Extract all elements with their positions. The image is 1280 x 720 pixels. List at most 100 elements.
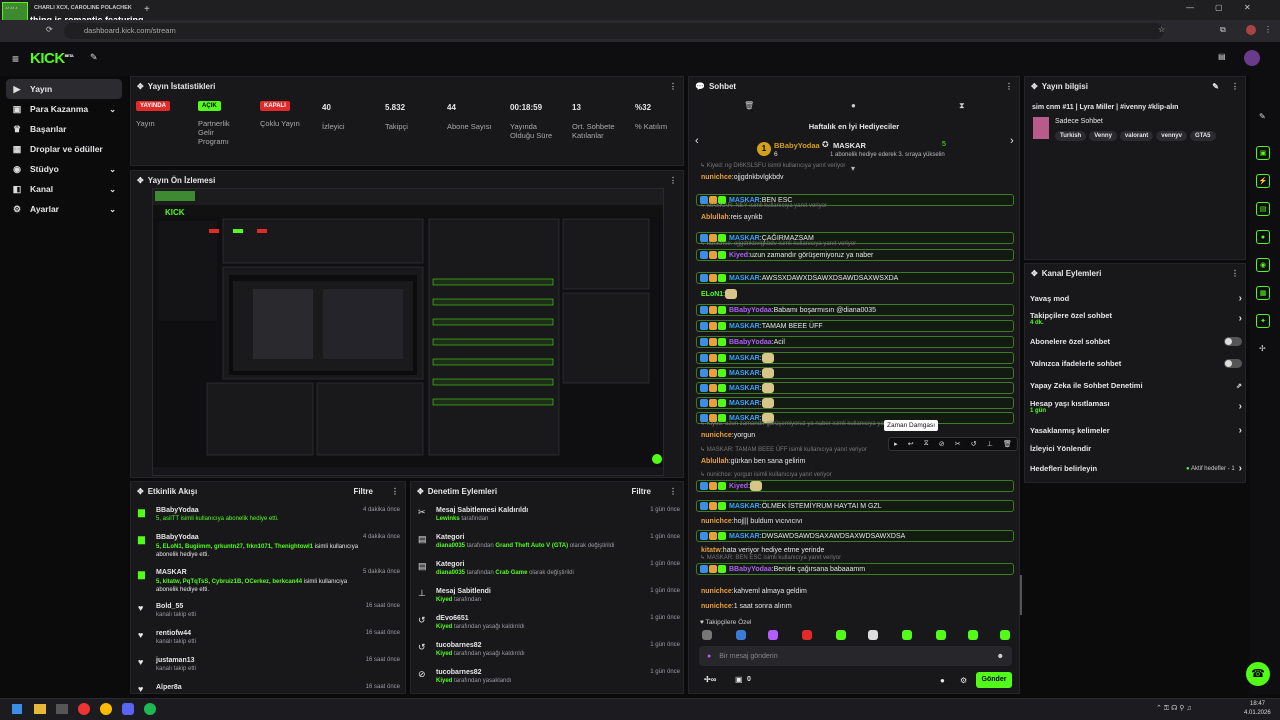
edit-icon[interactable]: ✎ <box>1259 112 1266 121</box>
drag-icon[interactable]: ✥ <box>1031 269 1038 278</box>
hourglass-icon[interactable]: ⧗ <box>959 101 965 111</box>
emote[interactable] <box>868 630 878 640</box>
new-tab-icon[interactable]: + <box>144 4 150 15</box>
browser-menu-icon[interactable]: ⋮ <box>1264 25 1272 34</box>
chat-message[interactable]: Kiyed: uzun zamandır görüşemiyoruz ya na… <box>696 249 1014 261</box>
rail-broadcast-icon[interactable]: ◉ <box>1256 258 1270 272</box>
chat-username[interactable]: MASKAR <box>729 323 760 330</box>
tag[interactable]: GTA5 <box>1189 131 1216 141</box>
chat-message[interactable]: MASKAR: <box>696 367 1014 379</box>
more-icon[interactable]: ⋮ <box>669 487 677 496</box>
chat-message[interactable]: BBabyYodaa: Babamı boşarmısın @diana0035 <box>696 304 1014 316</box>
next-arrow-icon[interactable]: › <box>1010 135 1014 147</box>
prev-arrow-icon[interactable]: ‹ <box>695 135 699 147</box>
chat-username[interactable]: MASKAR <box>729 370 760 377</box>
tag[interactable]: Turkish <box>1055 131 1087 141</box>
chat-message[interactable]: MASKAR: <box>696 382 1014 394</box>
start-icon[interactable] <box>12 704 22 714</box>
chat-message[interactable]: MASKAR: <box>696 397 1014 409</box>
pin-icon[interactable]: ✎ <box>90 52 98 63</box>
drag-icon[interactable]: ✥ <box>137 82 144 91</box>
chat-username[interactable]: MASKAR <box>729 385 760 392</box>
reply-icon[interactable]: ↩ <box>908 440 914 448</box>
undo-icon[interactable]: ↺ <box>971 440 977 448</box>
drag-icon[interactable]: ✥ <box>1031 82 1038 91</box>
filter-button[interactable]: Filtre <box>353 487 373 496</box>
chat-message[interactable]: Ablullah: gürkan ben sana gelirim <box>696 455 1014 467</box>
trash-icon[interactable]: 🗑 <box>744 101 754 110</box>
user-avatar[interactable] <box>1244 50 1260 66</box>
subs-only-toggle[interactable] <box>1224 337 1242 346</box>
chat-username[interactable]: BBabyYodaa <box>729 566 772 573</box>
chat-username[interactable]: Kiyed <box>729 252 748 259</box>
chat-message[interactable]: Ablullah: reis aynkb <box>696 211 1014 223</box>
rail-preview-icon[interactable]: ▣ <box>1256 146 1270 160</box>
chat-username[interactable]: Ablullah <box>701 458 729 465</box>
chat-input[interactable]: ● Bir mesaj gönderin ☻ <box>699 646 1012 666</box>
tag[interactable]: vennyv <box>1156 131 1187 141</box>
sidebar-item-basarilar[interactable]: ♛ Başarılar <box>6 119 122 139</box>
sidebar-item-ayarlar[interactable]: ⚙ Ayarlar ⌄ <box>6 199 122 219</box>
chat-username[interactable]: kitatw <box>701 547 721 554</box>
action-banned-words[interactable]: Yasaklanmış kelimeler › <box>1030 425 1242 436</box>
chat-message[interactable]: nunichce: hoj||| buldum vıcıvıcıvı <box>696 515 1014 527</box>
bookmark-icon[interactable]: ☆ <box>1158 25 1165 34</box>
sidebar-item-kanal[interactable]: ◧ Kanal ⌄ <box>6 179 122 199</box>
emote[interactable] <box>768 630 778 640</box>
chat-message[interactable]: MASKAR: DWSAWDSAWDSAXAWDSAXWDSAWXDSA <box>696 530 1014 542</box>
taskbar-app-icon[interactable] <box>56 704 68 714</box>
chat-username[interactable]: nunichce <box>701 432 732 439</box>
discord-icon[interactable] <box>122 703 134 715</box>
kick-logo[interactable]: KICKBETA <box>30 50 74 67</box>
more-icon[interactable]: ⋮ <box>1231 269 1239 278</box>
rail-doc-icon[interactable]: ▤ <box>1256 202 1270 216</box>
sidebar-item-yayin[interactable]: ▶ Yayın <box>6 79 122 99</box>
extension-icon[interactable]: ⧉ <box>1220 25 1226 35</box>
chat-message[interactable]: MASKAR: AWSSXDAWXDSAWXDSAWDSAXWSXDA <box>696 272 1014 284</box>
chat-username[interactable]: MASKAR <box>729 533 760 540</box>
chat-username[interactable]: Kiyed <box>729 483 748 490</box>
chat-message[interactable]: nunichce: kahveml almaya geldim <box>696 585 1014 597</box>
chat-message[interactable]: BBabyYodaa: Acil <box>696 336 1014 348</box>
chat-username[interactable]: ELoN1 <box>701 291 723 298</box>
hamburger-icon[interactable]: ≡ <box>12 52 19 66</box>
close-window-icon[interactable]: ✕ <box>1244 3 1251 12</box>
chat-bubble-icon[interactable]: ● <box>851 101 856 110</box>
emotes-only-toggle[interactable] <box>1224 359 1242 368</box>
url-field[interactable]: dashboard.kick.com/stream <box>64 23 1164 39</box>
folder-icon[interactable] <box>34 704 46 714</box>
chat-message[interactable]: BBabyYodaa: Benide çağırsana babaaamm <box>696 563 1014 575</box>
gear-icon[interactable]: ⚙ <box>960 676 967 685</box>
maximize-icon[interactable]: ▢ <box>1215 3 1223 12</box>
reload-icon[interactable]: ⟳ <box>46 25 53 34</box>
timestamp-icon[interactable]: ▸ <box>894 440 898 448</box>
rail-bolt-icon[interactable]: ⚡ <box>1256 174 1270 188</box>
chat-username[interactable]: nunichce <box>701 174 732 181</box>
pin-icon[interactable]: ⊥ <box>987 440 993 448</box>
chat-username[interactable]: MASKAR <box>729 503 760 510</box>
add-widget-icon[interactable]: ✢ <box>1259 344 1266 353</box>
more-icon[interactable]: ⋮ <box>1005 82 1013 91</box>
action-goals[interactable]: Hedefleri belirleyin ● Aktif hedefler - 1… <box>1030 463 1242 474</box>
timeout-icon[interactable]: ⧖ <box>924 440 929 448</box>
drag-icon[interactable]: ✥ <box>137 176 144 185</box>
emote[interactable] <box>902 630 912 640</box>
chat-username[interactable]: MASKAR <box>729 355 760 362</box>
chat-message[interactable]: MASKAR: TAMAM BEEE ÜFF <box>696 320 1014 332</box>
chat-settings-icon[interactable]: ● <box>940 676 945 685</box>
chat-message[interactable]: nunichce: ojjgdnkbvlgkbdv <box>696 171 1014 183</box>
action-raid[interactable]: İzleyici Yönlendir <box>1030 444 1242 453</box>
spotify-icon[interactable] <box>144 703 156 715</box>
action-slow-mode[interactable]: Yavaş mod › <box>1030 293 1242 304</box>
trash-icon[interactable]: 🗑 <box>1003 440 1012 448</box>
chat-message[interactable]: MASKAR: <box>696 352 1014 364</box>
delete-icon[interactable]: ✂ <box>955 440 961 448</box>
rail-chat-icon[interactable]: ● <box>1256 230 1270 244</box>
emoji-icon[interactable]: ☻ <box>997 653 1004 660</box>
chat-message[interactable]: MASKAR: ÖLMEK İSTEMİYRUM HAYTAI M GZL <box>696 500 1014 512</box>
ban-icon[interactable]: ⊘ <box>939 440 945 448</box>
chat-username[interactable]: nunichce <box>701 518 732 525</box>
chrome-icon[interactable] <box>100 703 112 715</box>
emote[interactable] <box>736 630 746 640</box>
stream-preview-video[interactable]: KICK <box>152 188 664 476</box>
